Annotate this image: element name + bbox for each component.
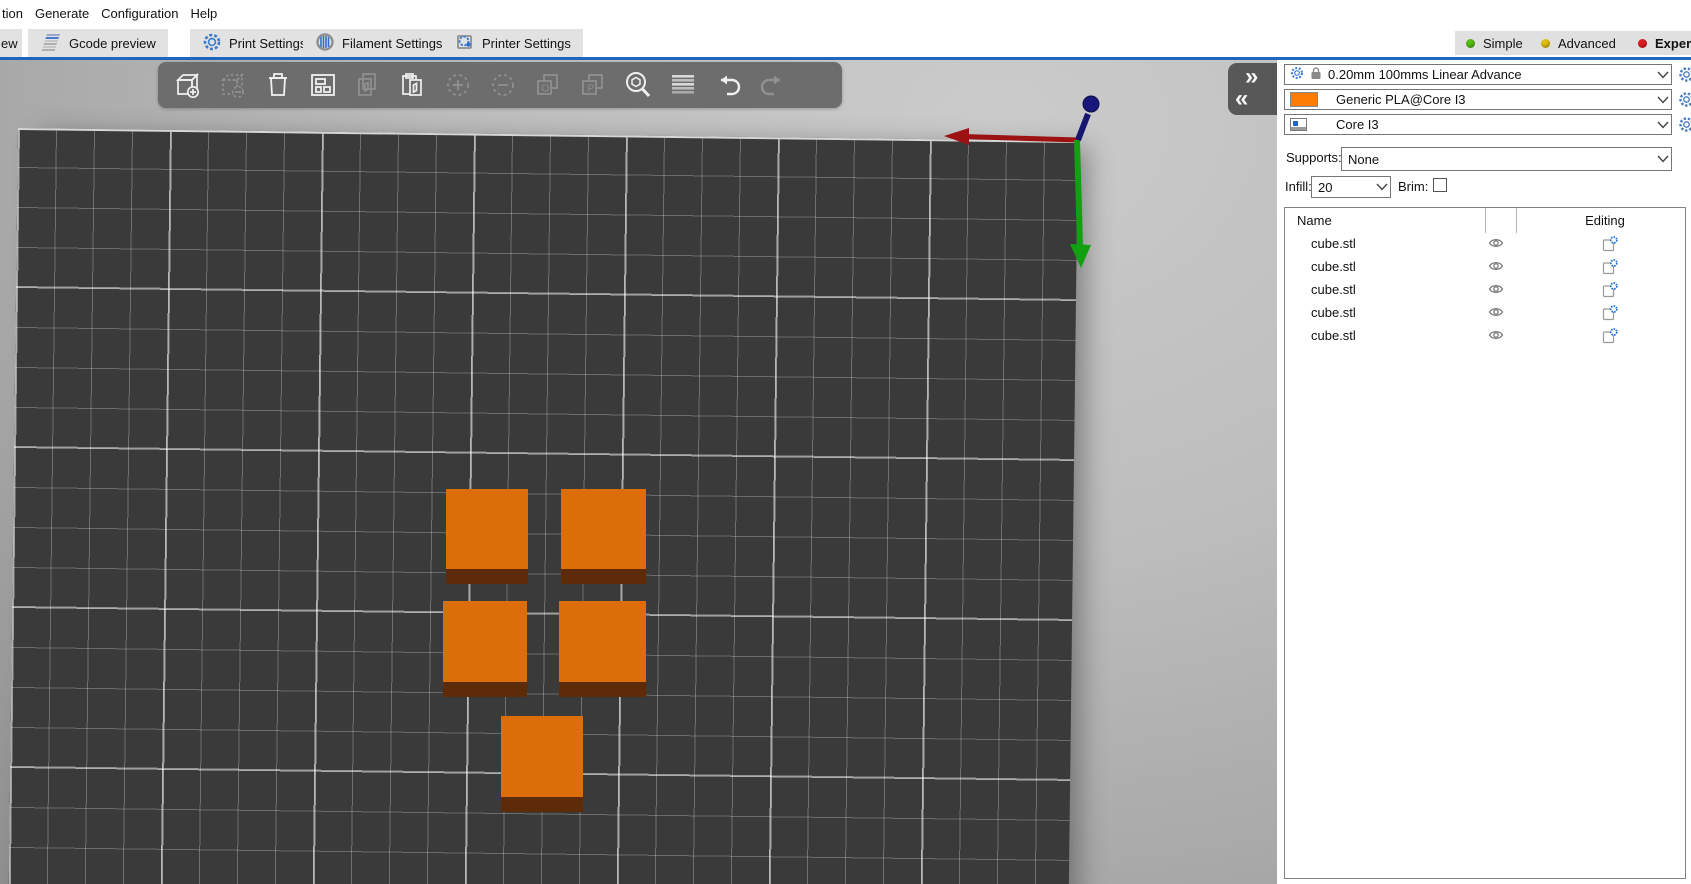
mode-button-simple[interactable]: Simple <box>1455 31 1534 55</box>
copy-button[interactable] <box>350 67 386 103</box>
filament-spool-icon <box>315 32 335 55</box>
model-cube-5[interactable] <box>501 716 583 812</box>
object-row[interactable]: cube.stl <box>1285 302 1685 325</box>
object-list: Name Editing cube.stl cube.stl cube.stl <box>1284 207 1686 879</box>
delete-all-button[interactable] <box>260 67 296 103</box>
tab-gcode-preview[interactable]: Gcode preview <box>28 29 168 57</box>
filament-preset-value: Generic PLA@Core I3 <box>1336 92 1466 107</box>
tab-print-settings[interactable]: Print Settings <box>190 29 319 57</box>
split-to-parts-button[interactable]: P <box>575 67 611 103</box>
layers-stack-icon <box>40 31 62 56</box>
print-gear-icon <box>202 32 222 55</box>
split-to-objects-button[interactable]: O <box>530 67 566 103</box>
add-object-button[interactable] <box>170 67 206 103</box>
menu-item-partial[interactable]: tion <box>0 0 29 28</box>
menu-item-generate[interactable]: Generate <box>29 0 95 28</box>
object-row[interactable]: cube.stl <box>1285 256 1685 279</box>
tab-filament-settings[interactable]: Filament Settings <box>303 29 455 57</box>
undo-button[interactable] <box>710 67 746 103</box>
chevron-down-icon <box>1374 177 1390 197</box>
eye-visibility-icon[interactable] <box>1488 260 1504 275</box>
chevron-down-icon <box>1655 90 1671 109</box>
chevron-left-icon: « <box>1235 85 1249 112</box>
search-button[interactable] <box>620 67 656 103</box>
mode-button-advanced[interactable]: Advanced <box>1530 31 1627 55</box>
filament-color-swatch <box>1290 92 1318 107</box>
infill-label: Infill: <box>1285 179 1312 194</box>
tab-bar: ew Gcode preview Print Settings Filament… <box>0 28 1691 57</box>
brim-label: Brim: <box>1398 179 1429 194</box>
z-axis-ball-icon <box>1082 95 1100 113</box>
printer-gear-icon <box>455 32 475 55</box>
model-cube-1[interactable] <box>446 489 528 584</box>
tab-printer-settings[interactable]: Printer Settings <box>443 29 583 57</box>
paste-button[interactable] <box>395 67 431 103</box>
supports-label: Supports: <box>1286 150 1342 165</box>
printer-preset-select[interactable]: Core I3 <box>1284 114 1672 135</box>
model-cube-3[interactable] <box>443 601 527 697</box>
chevron-down-icon <box>1655 115 1671 134</box>
slicer-window: tion Generate Configuration Help ew Gcod… <box>0 0 1691 884</box>
model-cube-4[interactable] <box>559 601 646 697</box>
menu-item-help[interactable]: Help <box>185 0 224 28</box>
object-row[interactable]: cube.stl <box>1285 279 1685 302</box>
tab-3d-view-partial[interactable]: ew <box>0 29 22 57</box>
filament-preset-select[interactable]: Generic PLA@Core I3 <box>1284 89 1672 110</box>
edit-object-icon[interactable] <box>1602 259 1618 278</box>
printer-icon <box>1290 118 1307 131</box>
brim-checkbox[interactable] <box>1433 178 1447 192</box>
advanced-mode-dot-icon <box>1541 38 1550 48</box>
remove-object-button[interactable] <box>215 67 251 103</box>
eye-visibility-icon[interactable] <box>1488 306 1504 321</box>
lock-icon <box>1310 66 1322 83</box>
add-instance-button[interactable] <box>440 67 476 103</box>
chevron-down-icon <box>1655 65 1671 84</box>
arrange-button[interactable] <box>305 67 341 103</box>
supports-select[interactable]: None <box>1341 147 1672 171</box>
redo-button[interactable] <box>755 67 791 103</box>
eye-visibility-icon[interactable] <box>1488 283 1504 298</box>
edit-object-icon[interactable] <box>1602 305 1618 324</box>
column-header-name: Name <box>1297 213 1332 228</box>
object-row[interactable]: cube.stl <box>1285 325 1685 348</box>
mode-button-expert[interactable]: Expert <box>1627 31 1691 55</box>
printer-settings-gear-button[interactable] <box>1678 114 1691 135</box>
menu-bar: tion Generate Configuration Help <box>0 0 1691 28</box>
edit-object-icon[interactable] <box>1602 282 1618 301</box>
object-list-header: Name Editing <box>1285 208 1685 233</box>
eye-visibility-icon[interactable] <box>1488 329 1504 344</box>
filament-settings-gear-button[interactable] <box>1678 89 1691 110</box>
model-cube-2[interactable] <box>561 489 646 584</box>
remove-instance-button[interactable] <box>485 67 521 103</box>
gear-icon <box>1290 66 1304 83</box>
expert-mode-dot-icon <box>1638 38 1647 48</box>
column-header-editing: Editing <box>1585 213 1625 228</box>
settings-panel: 0.20mm 100mms Linear Advance Generic PLA… <box>1277 60 1691 884</box>
simple-mode-dot-icon <box>1466 38 1475 48</box>
edit-object-icon[interactable] <box>1602 328 1618 347</box>
menu-item-configuration[interactable]: Configuration <box>95 0 184 28</box>
print-preset-select[interactable]: 0.20mm 100mms Linear Advance <box>1284 64 1672 85</box>
infill-select[interactable]: 20 <box>1311 176 1391 198</box>
3d-viewport[interactable]: O P » « <box>0 60 1277 884</box>
print-preset-value: 0.20mm 100mms Linear Advance <box>1328 67 1522 82</box>
edit-object-icon[interactable] <box>1602 236 1618 255</box>
collapse-sidebar-button[interactable]: » « <box>1228 63 1277 115</box>
viewport-toolbar: O P <box>158 62 842 108</box>
printer-preset-value: Core I3 <box>1336 117 1379 132</box>
print-settings-gear-button[interactable] <box>1678 64 1691 85</box>
chevron-down-icon <box>1655 148 1671 170</box>
layer-height-button[interactable] <box>665 67 701 103</box>
eye-visibility-icon[interactable] <box>1488 237 1504 252</box>
object-row[interactable]: cube.stl <box>1285 233 1685 256</box>
svg-text:P: P <box>588 84 595 95</box>
svg-text:O: O <box>542 84 550 95</box>
